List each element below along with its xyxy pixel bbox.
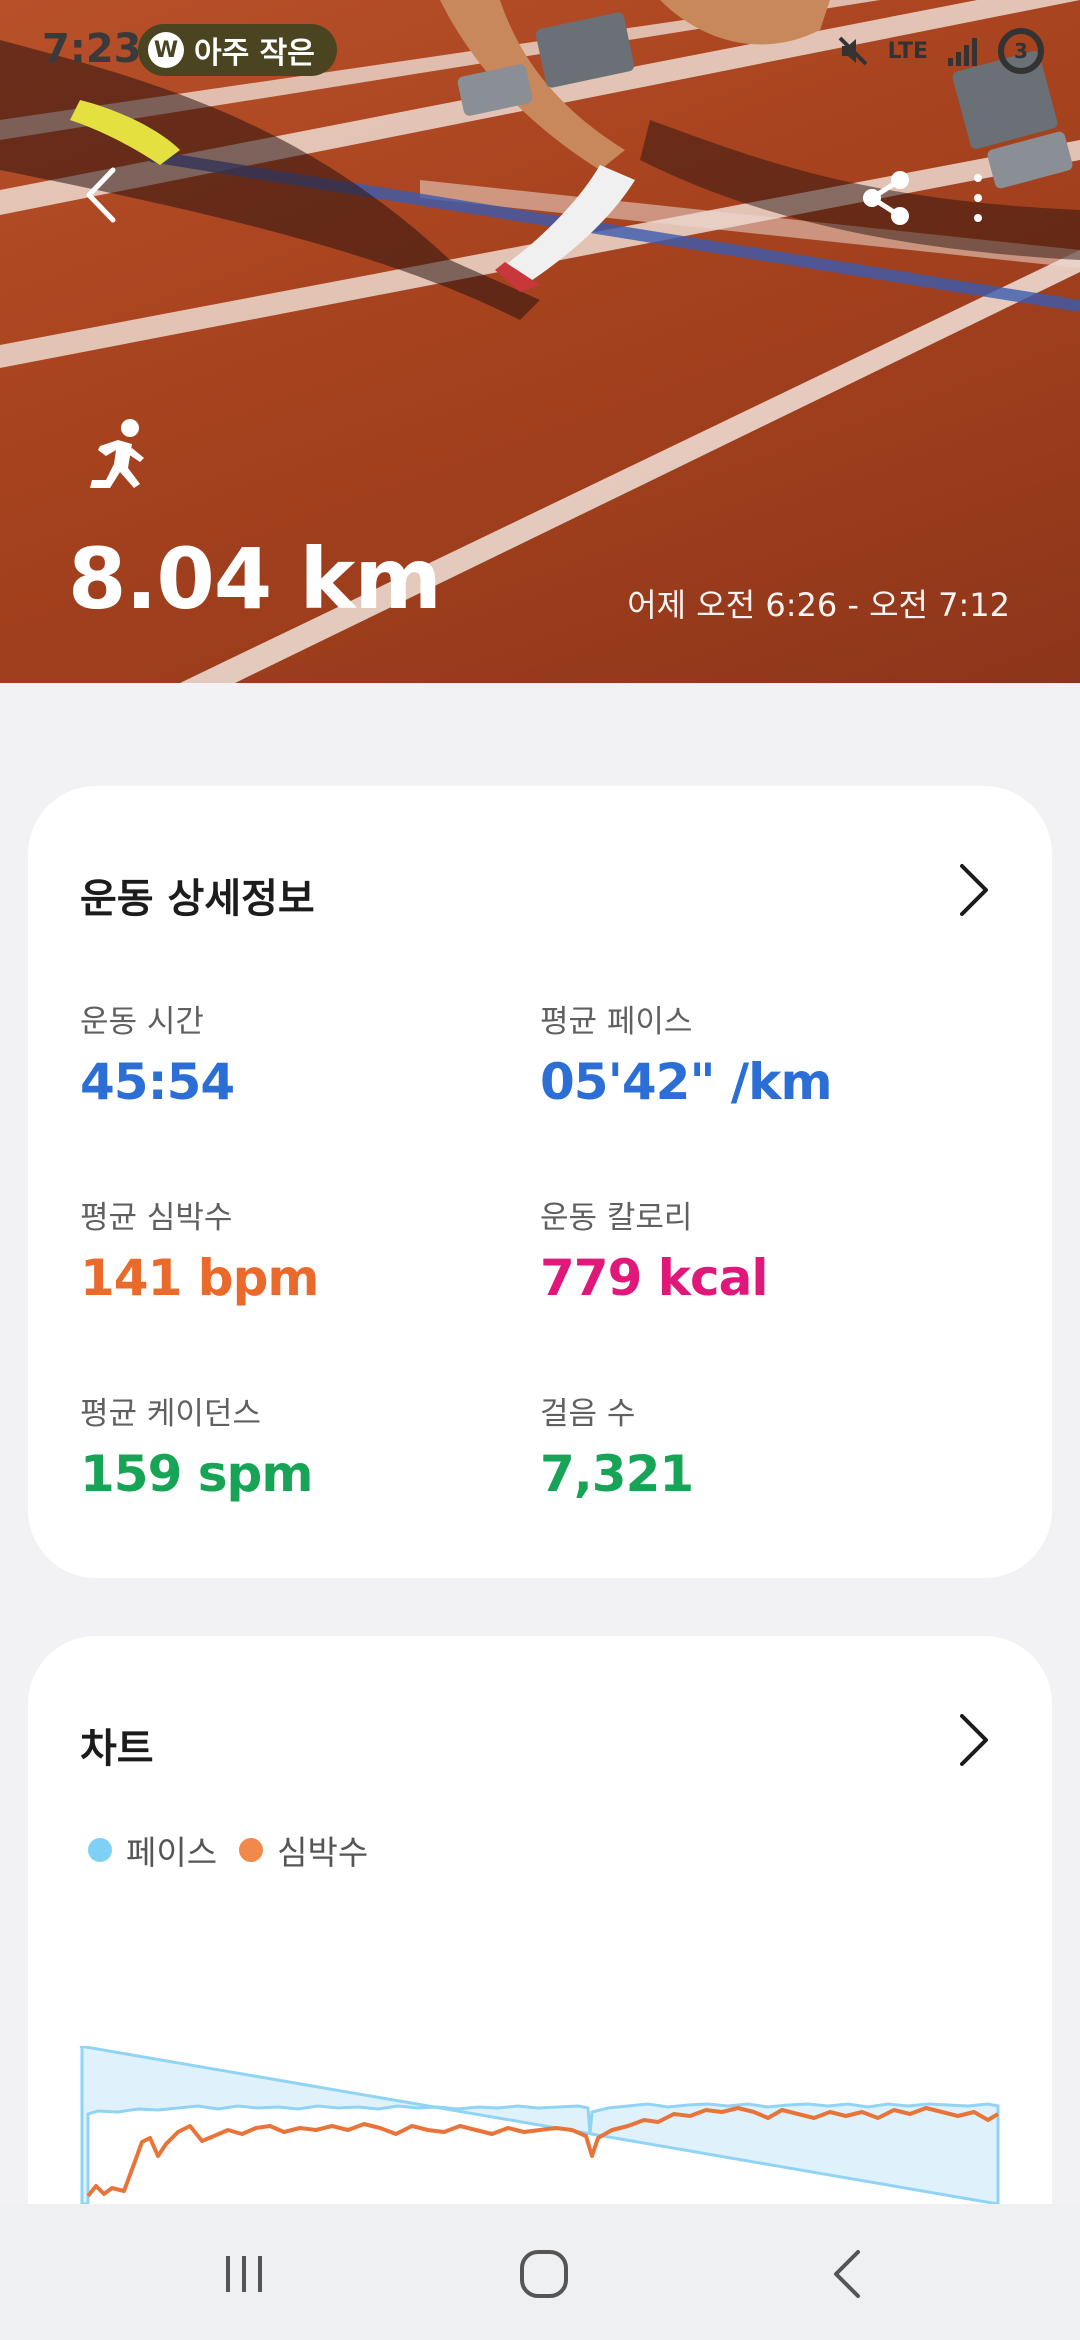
legend-dot	[88, 1838, 112, 1862]
stat-value: 159 spm	[80, 1445, 313, 1503]
system-nav-bar	[0, 2204, 1080, 2340]
stat-duration: 운동 시간 45:54	[80, 996, 235, 1111]
hero-image: 7:23 W 아주 작은 LTE 3 8.04 km 어제 오전 6:26 - …	[0, 0, 1080, 683]
stat-label: 평균 심박수	[80, 1200, 233, 1236]
recents-icon[interactable]	[214, 2244, 274, 2304]
home-icon[interactable]	[514, 2244, 574, 2304]
chart-title: 차트	[80, 1726, 154, 1772]
battery-level: 3	[1014, 39, 1028, 63]
status-time: 7:23	[42, 26, 142, 72]
stat-avg-heart-rate: 평균 심박수 141 bpm	[80, 1192, 319, 1307]
more-vertical-icon	[974, 174, 982, 182]
distance-value: 8.04 km	[68, 530, 442, 628]
back-icon[interactable]	[818, 2244, 878, 2304]
stat-label: 걸음 수	[540, 1396, 636, 1432]
chevron-right-icon[interactable]	[954, 1712, 994, 1768]
workout-details-card[interactable]: 운동 상세정보 운동 시간 45:54 평균 페이스 05'42" /km 평균…	[28, 786, 1052, 1578]
stat-value: 141 bpm	[80, 1249, 319, 1307]
legend-item-heart-rate: 심박수	[239, 1826, 368, 1874]
stat-avg-cadence: 평균 케이던스 159 spm	[80, 1388, 313, 1503]
stat-avg-pace: 평균 페이스 05'42" /km	[540, 996, 833, 1111]
stat-calories: 운동 칼로리 779 kcal	[540, 1192, 769, 1307]
legend-dot	[239, 1838, 264, 1862]
legend-item-pace: 페이스	[88, 1826, 217, 1874]
stat-label: 운동 칼로리	[540, 1200, 693, 1236]
network-type: LTE	[887, 38, 928, 64]
status-indicators: LTE 3	[836, 28, 1044, 74]
app-logo-icon: W	[148, 32, 184, 68]
details-title: 운동 상세정보	[80, 876, 315, 922]
stat-value: 779 kcal	[540, 1249, 769, 1307]
stat-steps: 걸음 수 7,321	[540, 1388, 694, 1503]
signal-icon	[948, 38, 977, 66]
running-icon	[90, 419, 144, 488]
workout-time-range: 어제 오전 6:26 - 오전 7:12	[627, 586, 1010, 624]
stat-value: 05'42" /km	[540, 1053, 833, 1111]
chevron-left-icon	[86, 167, 116, 223]
legend-label: 심박수	[277, 1833, 369, 1872]
status-notification-pill[interactable]: W 아주 작은	[138, 24, 337, 76]
stat-label: 운동 시간	[80, 1004, 204, 1040]
more-options-button[interactable]	[958, 168, 998, 228]
status-bar: 7:23 W 아주 작은 LTE 3	[0, 0, 1080, 100]
stat-value: 45:54	[80, 1053, 235, 1111]
workout-detail-screen: 7:23 W 아주 작은 LTE 3 8.04 km 어제 오전 6:26 - …	[0, 0, 1080, 2340]
battery-icon: 3	[998, 28, 1044, 74]
pill-label: 아주 작은	[194, 36, 315, 71]
mute-icon	[838, 36, 867, 66]
stat-label: 평균 케이던스	[80, 1396, 261, 1432]
stat-value: 7,321	[540, 1445, 694, 1503]
stat-label: 평균 페이스	[540, 1004, 693, 1040]
pace-area	[79, 2046, 1000, 2204]
chart-legend: 페이스 심박수	[88, 1826, 368, 1874]
legend-label: 페이스	[126, 1833, 218, 1872]
chevron-right-icon[interactable]	[954, 862, 994, 918]
back-button[interactable]	[70, 160, 130, 230]
share-icon[interactable]	[858, 168, 914, 228]
pace-heart-rate-chart	[79, 2046, 1000, 2204]
